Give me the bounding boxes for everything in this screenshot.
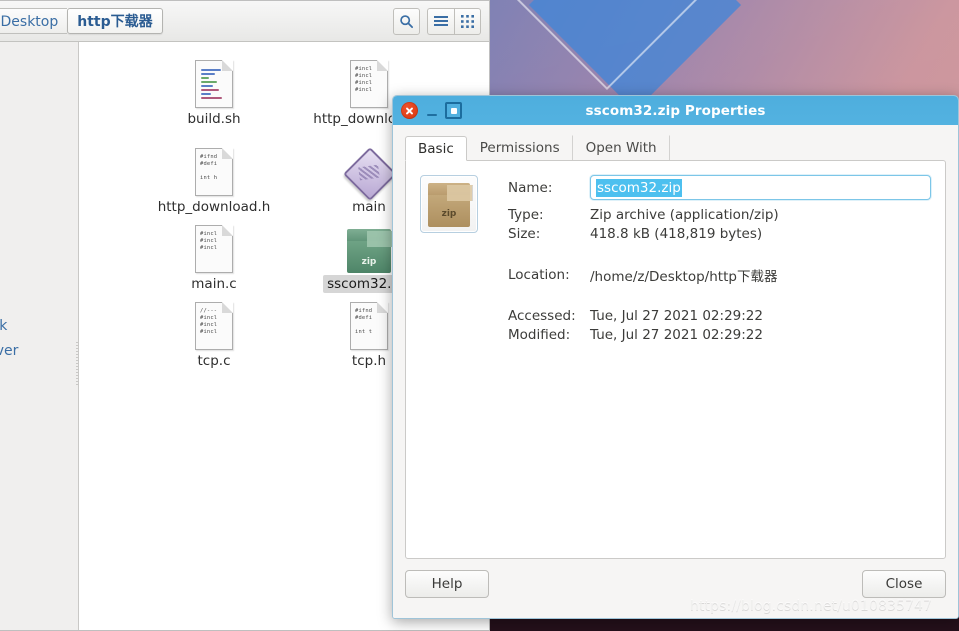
- file-manager-toolbar: ne Desktop http下载器: [0, 1, 489, 42]
- close-window-button[interactable]: [401, 102, 418, 119]
- properties-dialog: sscom32.zip Properties Basic Permissions…: [392, 95, 959, 619]
- script-file-icon: [195, 60, 233, 108]
- size-value: 418.8 kB (418,819 bytes): [590, 226, 763, 242]
- modified-value: Tue, Jul 27 2021 02:29:22: [590, 327, 763, 343]
- accessed-value: Tue, Jul 27 2021 02:29:22: [590, 308, 763, 324]
- row-name: Name: sscom32.zip: [508, 175, 931, 200]
- sidebar-item-connect-to-server[interactable]: Server: [0, 339, 78, 364]
- grid-view-icon: [461, 14, 474, 28]
- file-name-label: build.sh: [187, 111, 241, 127]
- zip-label: zip: [361, 257, 377, 267]
- file-preview-text: //--- #incl #incl #incl: [200, 308, 218, 335]
- location-label: Location:: [508, 267, 570, 283]
- accessed-label: Accessed:: [508, 308, 576, 324]
- file-item-tcp-c[interactable]: //--- #incl #incl #incl tcp.c: [139, 288, 289, 370]
- file-preview-text: #ifnd #defi int h: [200, 154, 218, 181]
- breadcrumb-item-desktop[interactable]: Desktop: [0, 8, 68, 34]
- property-rows: Name: sscom32.zip Type: Zip archive (app…: [508, 175, 931, 346]
- list-view-button[interactable]: [427, 7, 454, 35]
- script-preview-lines: [201, 67, 227, 101]
- sidebar: s s twork Server: [0, 42, 79, 630]
- close-button[interactable]: Close: [862, 570, 946, 598]
- name-label: Name:: [508, 179, 553, 196]
- sidebar-item-documents[interactable]: s: [0, 50, 78, 75]
- tab-basic[interactable]: Basic: [405, 136, 467, 161]
- row-modified: Modified: Tue, Jul 27 2021 02:29:22: [508, 327, 931, 343]
- row-spacer: [508, 245, 931, 265]
- search-button[interactable]: [393, 7, 420, 35]
- modified-label: Modified:: [508, 327, 571, 343]
- name-input[interactable]: sscom32.zip: [590, 175, 931, 200]
- c-source-file-icon: #incl #incl #incl #incl: [350, 60, 388, 108]
- row-spacer: [508, 288, 931, 308]
- type-label: Type:: [508, 207, 544, 223]
- search-icon: [400, 14, 414, 28]
- list-view-icon: [434, 16, 448, 26]
- name-input-value: sscom32.zip: [596, 178, 682, 197]
- file-preview-text: #incl #incl #incl: [200, 231, 218, 251]
- file-item-http-download-h[interactable]: #ifnd #defi int h http_download.h: [139, 134, 289, 216]
- help-button[interactable]: Help: [405, 570, 489, 598]
- c-source-file-icon: #incl #incl #incl: [195, 225, 233, 273]
- breadcrumb: ne Desktop http下载器: [0, 8, 163, 34]
- tab-open-with[interactable]: Open With: [573, 135, 670, 160]
- file-item-build-sh[interactable]: build.sh: [139, 46, 289, 128]
- row-accessed: Accessed: Tue, Jul 27 2021 02:29:22: [508, 308, 931, 324]
- tab-permissions[interactable]: Permissions: [467, 135, 573, 160]
- file-name-label: tcp.c: [197, 353, 231, 369]
- c-header-file-icon: #ifnd #defi int h: [195, 148, 233, 196]
- dialog-title-bar[interactable]: sscom32.zip Properties: [393, 96, 958, 125]
- file-name-label: tcp.h: [351, 353, 387, 369]
- file-summary: zip Name: sscom32.zip Type: Zip archive …: [420, 175, 931, 346]
- zip-tape: [367, 231, 393, 247]
- c-header-file-icon: #ifnd #defi int t: [350, 302, 388, 350]
- sidebar-item-network[interactable]: twork: [0, 314, 78, 339]
- minimize-window-button[interactable]: [423, 102, 440, 119]
- view-mode-group: [427, 7, 481, 35]
- file-icon: [139, 46, 289, 108]
- breadcrumb-item-current[interactable]: http下载器: [67, 8, 163, 34]
- row-size: Size: 418.8 kB (418,819 bytes): [508, 226, 931, 242]
- executable-file-icon: [343, 147, 397, 201]
- location-value: /home/z/Desktop/http下载器: [590, 269, 778, 285]
- zip-label: zip: [441, 209, 457, 219]
- gear-pattern: [358, 164, 380, 181]
- file-icon: #incl #incl #incl: [139, 211, 289, 273]
- size-label: Size:: [508, 226, 541, 242]
- zip-tape: [447, 185, 473, 201]
- c-source-file-icon: //--- #incl #incl #incl: [195, 302, 233, 350]
- zip-archive-icon: zip: [428, 183, 473, 227]
- file-item-main-c[interactable]: #incl #incl #incl main.c: [139, 211, 289, 293]
- maximize-window-button[interactable]: [445, 102, 462, 119]
- dialog-content: Basic Permissions Open With zip Name: ss…: [393, 125, 958, 618]
- zip-archive-icon: zip: [347, 229, 393, 273]
- row-location: Location: /home/z/Desktop/http下载器: [508, 265, 931, 285]
- file-preview-text: #ifnd #defi int t: [355, 308, 373, 335]
- basic-tab-panel: zip Name: sscom32.zip Type: Zip archive …: [405, 160, 946, 559]
- dialog-title: sscom32.zip Properties: [585, 102, 766, 119]
- row-type: Type: Zip archive (application/zip): [508, 207, 931, 223]
- dialog-footer: Help Close: [405, 570, 946, 598]
- grid-view-button[interactable]: [454, 7, 481, 35]
- tab-bar: Basic Permissions Open With: [405, 135, 946, 161]
- type-value: Zip archive (application/zip): [590, 207, 779, 223]
- file-preview-text: #incl #incl #incl #incl: [355, 66, 373, 93]
- file-icon: #ifnd #defi int h: [139, 134, 289, 196]
- file-icon: //--- #incl #incl #incl: [139, 288, 289, 350]
- file-icon-button[interactable]: zip: [420, 175, 478, 233]
- sidebar-item-pictures[interactable]: s: [0, 75, 78, 100]
